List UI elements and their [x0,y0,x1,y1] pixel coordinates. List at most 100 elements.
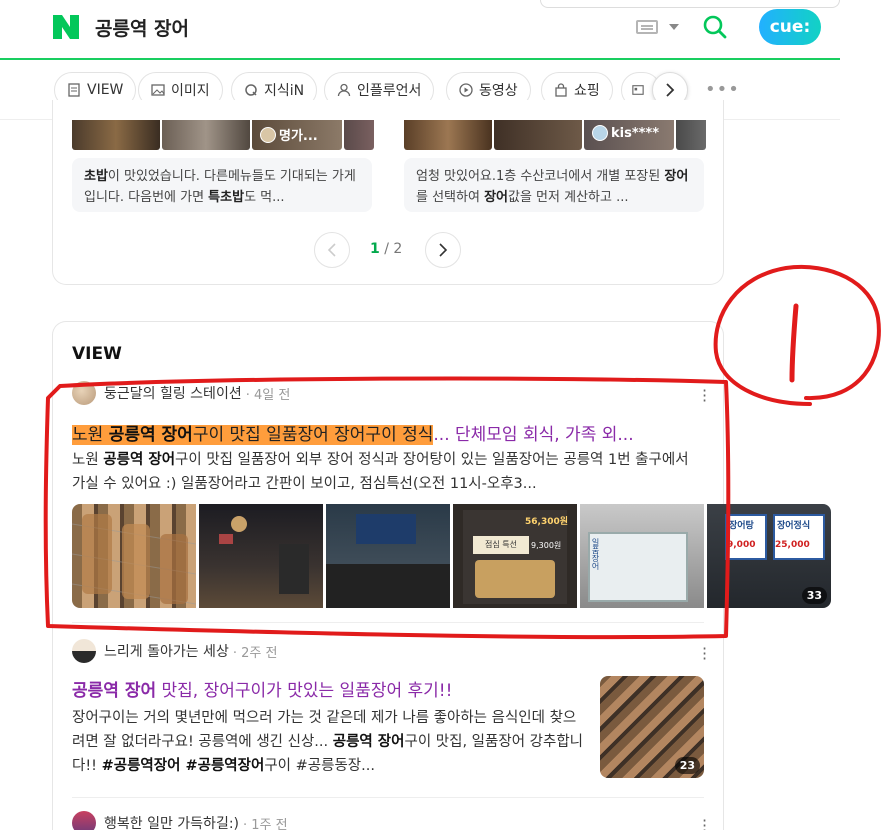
document-icon [68,83,80,97]
snippet-text: 를 선택하여 [416,190,485,205]
image-icon [151,84,165,96]
snippet-text: 엄청 맛있어요.1층 수산코너에서 개별 포장된 [416,169,665,184]
post-body[interactable]: 노원 공릉역 장어구이 맛집 일품장어 외부 장어 정식과 장어탕이 있는 일품… [72,448,704,496]
body-text: 노원 [72,452,104,468]
avatar [592,125,608,141]
title-text: 노원 [72,425,109,445]
menu-photo [475,560,555,598]
review-thumbs-right[interactable] [404,120,706,150]
search-icon[interactable] [702,14,728,40]
image-count-badge: 23 [674,757,700,774]
chevron-left-icon [327,243,336,257]
divider [72,622,704,623]
post-thumbnail[interactable]: 23 [600,676,704,778]
sign-text: 장어탕 [729,521,754,531]
keyword: 장어 [484,190,508,205]
tab-label: 지식iN [264,83,305,99]
post-title[interactable]: 노원 공릉역 장어구이 맛집 일품장어 장어구이 정식... 단체모임 회식, … [72,420,704,445]
sign-text: 장어정식 [777,521,811,531]
author-name: 명가... [279,129,318,144]
review-snippet[interactable]: 엄청 맛있어요.1층 수산코너에서 개별 포장된 장어를 선택하여 장어값을 먼… [404,158,704,212]
bag-icon [555,83,567,97]
total-pages: / 2 [384,241,403,257]
title-text: ... 단체모임 회식, 가족 외... [433,425,634,445]
keyword: 특초밥 [208,190,245,205]
menu-image[interactable]: 56,300원 점심 특선 9,300원 [453,504,577,608]
divider [72,797,704,798]
tab-label: 동영상 [479,83,518,99]
thumb-image[interactable] [494,120,582,150]
author-row[interactable]: 둥근달의 힐링 스테이션 · 4일 전 [72,381,290,405]
author-row[interactable]: 느리게 돌아가는 세상 · 2주 전 [72,639,278,663]
image-count-badge: 33 [801,587,827,604]
view-post: 행복한 일만 가득하길:) · 1주 전 ··· [72,811,707,830]
chevron-right-icon [666,83,675,97]
search-query[interactable]: 공릉역 장어 [95,14,189,41]
keyword: 장어 [664,169,689,184]
price-label: 56,300원 [525,517,569,527]
author-name: 행복한 일만 가득하길:) [104,816,239,830]
street-image[interactable] [199,504,323,608]
more-options-icon[interactable]: ··· [702,383,707,409]
avatar [72,639,96,663]
view-post: 둥근달의 힐링 스테이션 · 4일 전 · · · 노원 공릉역 장어구이 맛집 일… [72,380,831,610]
thumb-image[interactable] [344,120,374,150]
more-dots-icon[interactable]: ••• [705,81,740,99]
cue-button[interactable]: cue: [759,9,821,45]
grill-pattern [72,514,196,605]
body-text: 구이 #공릉동장... [264,758,375,774]
tab-label: VIEW [87,82,124,98]
post-date: · 1주 전 [243,817,288,830]
news-icon [632,85,644,95]
avatar [260,126,276,143]
search-header: 공릉역 장어 cue: [0,0,840,60]
more-options-icon[interactable]: ··· [702,813,707,830]
naver-logo[interactable] [53,15,79,39]
menu-title: 점심 특선 [473,536,529,554]
circle-mark [713,265,881,406]
sign-image[interactable]: 장어탕 9,000 장어정식 25,000 33 [707,504,831,608]
snippet-text: 도 먹... [244,190,285,205]
current-page: 1 [370,241,380,257]
author-name: kis**** [611,125,660,141]
keyboard-icon[interactable] [636,20,658,34]
keyword: 초밥 [84,169,108,184]
keyword: #공릉역장어 #공릉역장어 [101,758,265,774]
sign-price: 9,000 [727,540,756,550]
thumb-image[interactable] [676,120,706,150]
author-row[interactable]: 행복한 일만 가득하길:) · 1주 전 [72,811,288,830]
next-page-button[interactable] [425,232,461,268]
thumb-image[interactable] [404,120,492,150]
thumb-image[interactable] [72,120,160,150]
author-name: 둥근달의 힐링 스테이션 [104,386,242,402]
post-images[interactable]: 56,300원 점심 특선 9,300원 일품장어 장어탕 9,000 장어정식… [72,504,831,608]
tank-image[interactable]: 일품장어 [580,504,704,608]
review-thumbs-left[interactable] [72,120,374,150]
more-options-icon[interactable]: ··· [702,641,707,667]
thumb-image[interactable] [162,120,250,150]
tab-label: 쇼핑 [574,83,600,99]
view-post: 느리게 돌아가는 세상 · 2주 전 · · · 공릉역 장어 맛집, 장어구이가 … [72,639,707,790]
storefront-image[interactable] [326,504,450,608]
prev-page-button[interactable] [314,232,350,268]
avatar [72,381,96,405]
food-image[interactable] [72,504,196,608]
section-title: VIEW [72,344,122,364]
tab-label: 인플루언서 [357,83,422,99]
play-icon [459,83,473,97]
post-body[interactable]: 장어구이는 거의 몇년만에 먹으러 가는 것 같은데 제가 나름 좋아하는 음식… [72,706,584,778]
avatar [72,811,96,830]
author-name: 느리게 돌아가는 세상 [104,644,229,660]
review-snippet[interactable]: 초밥이 맛있었습니다. 다른메뉴들도 기대되는 가게입니다. 다음번에 가면 특… [72,158,372,212]
q-icon [245,84,257,96]
post-title[interactable]: 공릉역 장어 맛집, 장어구이가 맛있는 일품장어 후기!! [72,676,592,701]
review-author[interactable]: 명가... [260,125,318,144]
title-text: 구이 맛집 일품장어 장어구이 정식 [192,425,434,445]
post-date: · 2주 전 [232,645,278,661]
caret-down-icon[interactable] [669,24,679,30]
keyword: 공릉역 장어 [103,452,176,468]
street-lights [219,516,309,594]
review-author[interactable]: kis**** [592,125,659,141]
menu-price: 9,300원 [531,541,562,550]
keyword: 공릉역 장어 [332,734,405,750]
